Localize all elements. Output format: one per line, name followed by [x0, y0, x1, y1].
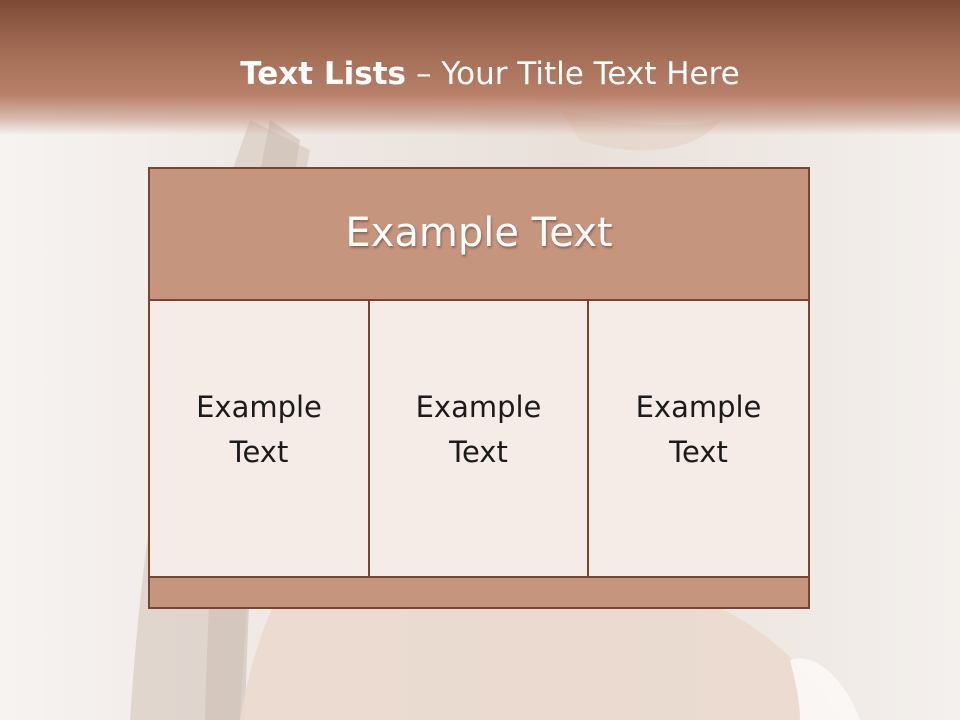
diagram-header-text: Example Text	[345, 210, 613, 256]
slide-title: Text Lists – Your Title Text Here	[0, 56, 960, 92]
diagram-header-cell: Example Text	[148, 167, 810, 301]
diagram-column-text: Example Text	[415, 389, 542, 469]
diagram-column-1: Example Text	[148, 299, 370, 578]
diagram-column-3: Example Text	[587, 299, 810, 578]
slide: Text Lists – Your Title Text Here Example…	[0, 0, 960, 720]
text-list-diagram: Example Text Example Text Example Text E…	[148, 167, 810, 609]
diagram-column-2: Example Text	[368, 299, 589, 578]
diagram-column-text: Example Text	[635, 389, 762, 469]
slide-title-subtitle: – Your Title Text Here	[416, 56, 740, 92]
diagram-column-text: Example Text	[196, 389, 322, 469]
diagram-footer-bar	[148, 576, 810, 609]
slide-title-bold: Text Lists	[240, 56, 406, 92]
